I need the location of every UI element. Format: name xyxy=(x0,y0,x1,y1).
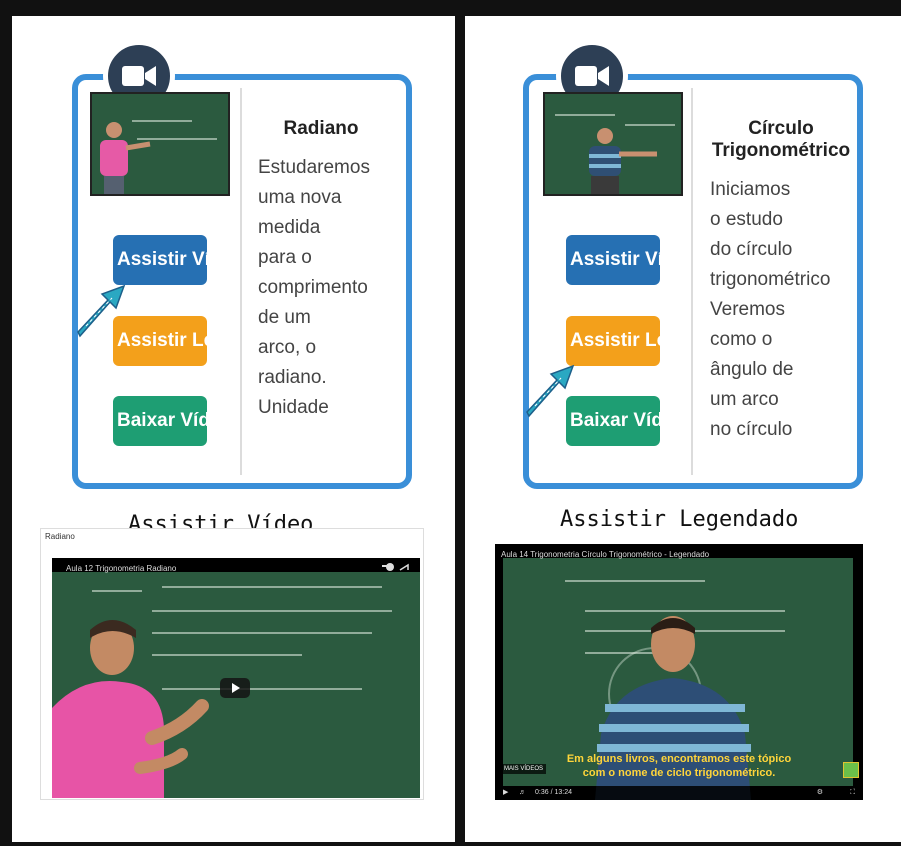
fullscreen-icon[interactable]: ⛶ xyxy=(850,786,855,800)
more-videos-label[interactable]: MAIS VÍDEOS xyxy=(501,764,547,774)
video-thumbnail[interactable] xyxy=(90,92,230,196)
download-video-button[interactable]: Baixar Vídeo xyxy=(113,396,207,446)
card-separator xyxy=(691,88,693,475)
play-icon xyxy=(232,683,240,693)
watch-video-button[interactable]: Assistir Vídeo xyxy=(566,235,660,285)
video-player[interactable]: Aula 14 Trigonometria Círculo Trigonomét… xyxy=(495,544,863,800)
play-button[interactable] xyxy=(220,678,250,698)
frame-left xyxy=(0,0,12,846)
pointer-arrow-icon xyxy=(526,364,575,418)
volume-icon[interactable]: ♬ xyxy=(519,786,526,800)
play-icon[interactable]: ▶ xyxy=(503,786,508,800)
frame-top xyxy=(0,0,901,16)
video-controls: ▶ ♬ 0:36 / 13:24 ⚙ ⛶ xyxy=(495,786,863,800)
lesson-title: Círculo Trigonométrico xyxy=(711,118,851,161)
lesson-title: Radiano xyxy=(283,118,359,139)
video-time: 0:36 / 13:24 xyxy=(535,789,572,796)
video-page-title: Radiano xyxy=(45,532,75,541)
lesson-description: Estudaremos uma nova medida para o compr… xyxy=(258,157,370,418)
video-player[interactable]: Aula 12 Trigonometria Radiano xyxy=(52,558,420,798)
pointer-arrow-icon xyxy=(77,284,126,338)
channel-logo xyxy=(843,762,859,778)
card-separator xyxy=(240,88,242,475)
frame-bottom xyxy=(12,842,901,846)
settings-icon[interactable]: ⚙ xyxy=(817,786,823,800)
share-icon[interactable] xyxy=(384,561,414,573)
video-subtitles: Em alguns livros, encontramos este tópic… xyxy=(566,753,792,779)
tutorial-screenshot: Assistir Vídeo Assistir Legendado Baixar… xyxy=(0,0,901,846)
lesson-description: Iniciamos o estudo do círculo trigonomét… xyxy=(710,179,831,440)
teacher-figure xyxy=(589,128,657,194)
video-thumbnail[interactable] xyxy=(543,92,683,196)
teacher-figure xyxy=(100,122,151,194)
panel-divider xyxy=(455,0,465,846)
video-caption: Assistir Legendado xyxy=(560,507,799,532)
